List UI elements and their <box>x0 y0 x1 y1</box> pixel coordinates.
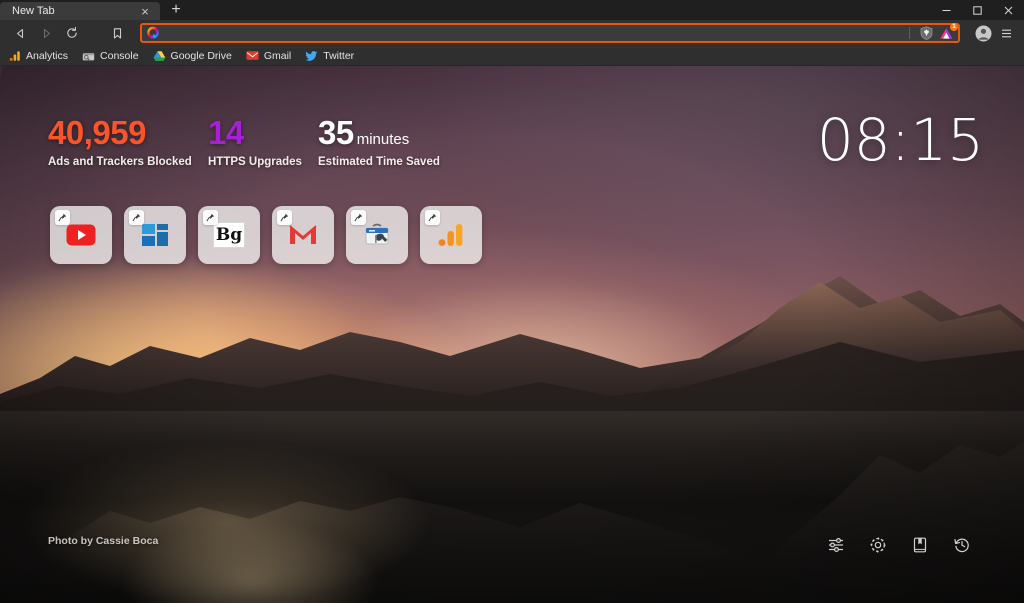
address-input[interactable] <box>164 27 901 39</box>
shore-reflection-glow <box>120 521 380 603</box>
minimize-button[interactable] <box>931 0 962 20</box>
clock-history-icon[interactable] <box>952 535 972 555</box>
tile-toolbox[interactable] <box>346 206 408 264</box>
search-console-icon <box>82 49 95 62</box>
window-controls <box>931 0 1024 20</box>
bookmark-item-console[interactable]: Console <box>82 49 139 62</box>
tab-title: New Tab <box>12 5 132 17</box>
forward-arrow-icon[interactable] <box>34 22 58 44</box>
bookmarks-bar: Analytics Console Google Dr <box>0 46 1024 66</box>
titlebar-drag-area <box>188 0 931 20</box>
reload-icon[interactable] <box>60 22 84 44</box>
back-arrow-icon[interactable] <box>8 22 32 44</box>
stat-https-upgrades: 14 HTTPS Upgrades <box>208 116 318 168</box>
bookmark-item-gmail[interactable]: Gmail <box>246 49 291 62</box>
tile-bg[interactable]: Bg <box>198 206 260 264</box>
clock: 08:15 <box>817 111 984 169</box>
google-analytics-icon <box>8 49 21 62</box>
hamburger-menu-icon[interactable] <box>996 22 1016 44</box>
profile-avatar-icon[interactable] <box>972 22 994 44</box>
shortcut-tiles: Bg <box>50 206 482 264</box>
stat-unit: minutes <box>357 131 410 148</box>
mountain-range <box>0 246 1024 416</box>
close-tab-button[interactable]: × <box>138 4 152 18</box>
brave-shields-lion-icon[interactable] <box>918 25 934 41</box>
newtab-footer-controls <box>826 535 972 555</box>
pin-icon[interactable] <box>351 210 366 225</box>
stat-value: 14 <box>208 116 244 149</box>
rainbow-q-search-icon <box>146 26 160 40</box>
privacy-stats: 40,959 Ads and Trackers Blocked 14 HTTPS… <box>48 116 440 168</box>
photo-credit: Photo by Cassie Boca <box>48 535 158 547</box>
stat-label: HTTPS Upgrades <box>208 156 318 168</box>
stat-value: 40,959 <box>48 116 146 149</box>
pin-icon[interactable] <box>129 210 144 225</box>
title-bar: New Tab × + <box>0 0 1024 20</box>
maximize-button[interactable] <box>962 0 993 20</box>
omnibox-divider <box>909 27 910 39</box>
sliders-icon[interactable] <box>826 535 846 555</box>
google-drive-icon <box>153 49 166 62</box>
pin-icon[interactable] <box>425 210 440 225</box>
stat-value: 35 <box>318 116 354 149</box>
bookmark-icon[interactable] <box>104 22 130 44</box>
stat-label: Estimated Time Saved <box>318 156 440 168</box>
new-tab-page: 40,959 Ads and Trackers Blocked 14 HTTPS… <box>0 66 1024 603</box>
bookmark-item-analytics[interactable]: Analytics <box>8 49 68 62</box>
bookmark-label: Twitter <box>323 50 354 62</box>
gear-icon[interactable] <box>868 535 888 555</box>
stat-label: Ads and Trackers Blocked <box>48 156 208 168</box>
bg-letters-icon: Bg <box>213 222 245 248</box>
bookmark-label: Gmail <box>264 50 291 62</box>
bookmark-item-twitter[interactable]: Twitter <box>305 49 354 62</box>
tile-analytics[interactable] <box>420 206 482 264</box>
address-bar[interactable]: 1 <box>140 23 960 43</box>
stat-time-saved: 35 minutes Estimated Time Saved <box>318 116 440 168</box>
browser-window: New Tab × + <box>0 0 1024 603</box>
new-tab-button[interactable]: + <box>164 0 188 20</box>
tile-gmail[interactable] <box>272 206 334 264</box>
rewards-badge-count: 1 <box>950 23 958 31</box>
pin-icon[interactable] <box>277 210 292 225</box>
browser-toolbar: 1 <box>0 20 1024 46</box>
tile-text: Bg <box>216 227 242 244</box>
twitter-bird-icon <box>305 49 318 62</box>
browser-tab[interactable]: New Tab × <box>0 2 160 20</box>
stat-ads-blocked: 40,959 Ads and Trackers Blocked <box>48 116 208 168</box>
close-window-button[interactable] <box>993 0 1024 20</box>
gmail-icon <box>246 49 259 62</box>
tile-youtube[interactable] <box>50 206 112 264</box>
tile-microsoft[interactable] <box>124 206 186 264</box>
brave-rewards-triangle-icon[interactable]: 1 <box>938 25 954 41</box>
book-bookmark-icon[interactable] <box>910 535 930 555</box>
pin-icon[interactable] <box>203 210 218 225</box>
bookmark-item-google-drive[interactable]: Google Drive <box>153 49 232 62</box>
bookmark-label: Console <box>100 50 139 62</box>
bookmark-label: Google Drive <box>171 50 232 62</box>
pin-icon[interactable] <box>55 210 70 225</box>
bookmark-label: Analytics <box>26 50 68 62</box>
